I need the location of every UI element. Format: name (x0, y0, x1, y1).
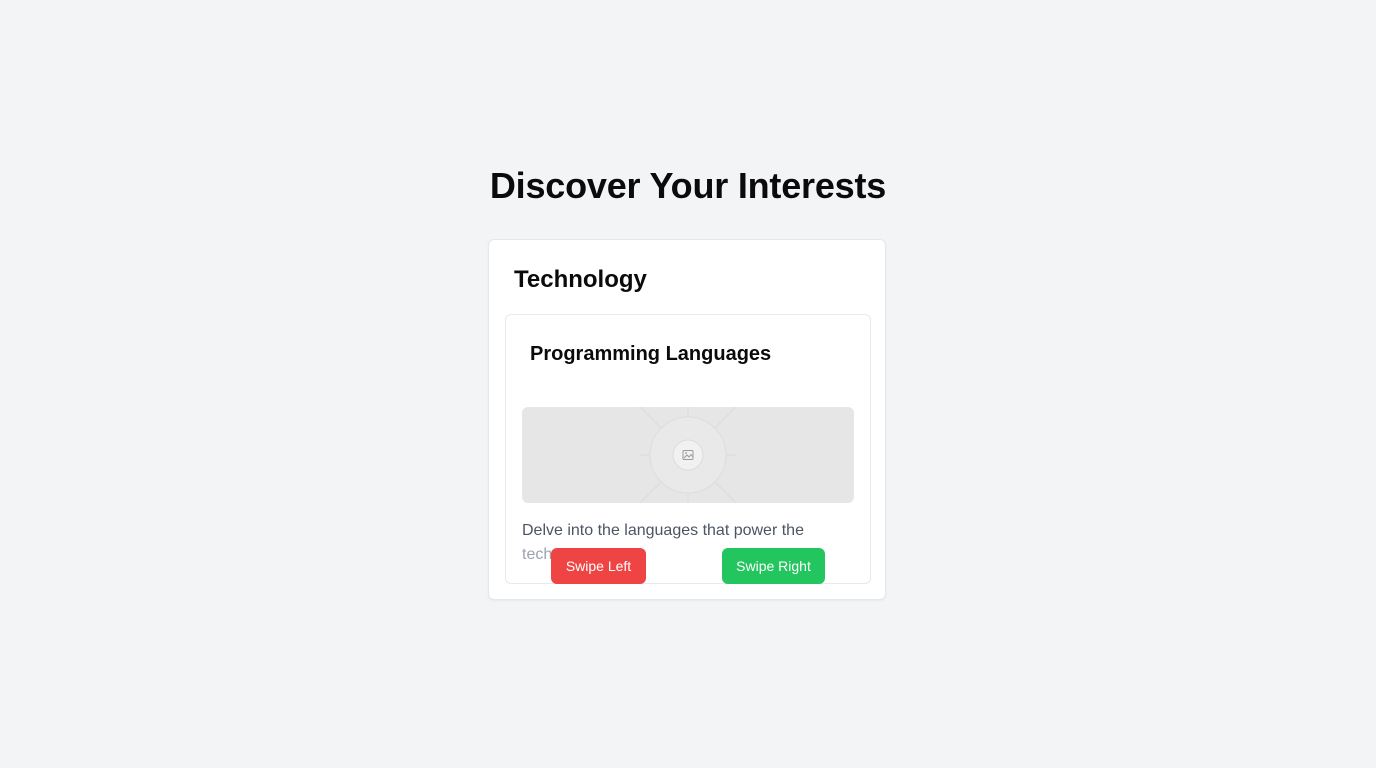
page: Discover Your Interests Technology Progr… (0, 0, 1376, 768)
swipe-right-button[interactable]: Swipe Right (722, 548, 825, 584)
topic-image (522, 407, 854, 503)
page-title: Discover Your Interests (489, 165, 887, 206)
swipe-left-button[interactable]: Swipe Left (551, 548, 646, 584)
category-card: Technology Programming Languages Delve i… (488, 239, 886, 600)
description-line-2: tech (522, 546, 553, 563)
description-line-1: Delve into the languages that power the (522, 522, 804, 539)
category-title: Technology (514, 266, 647, 293)
image-placeholder-graphic (639, 407, 737, 503)
topic-title: Programming Languages (530, 343, 772, 365)
topic-card[interactable]: Programming Languages Delve into the lan… (505, 314, 871, 584)
